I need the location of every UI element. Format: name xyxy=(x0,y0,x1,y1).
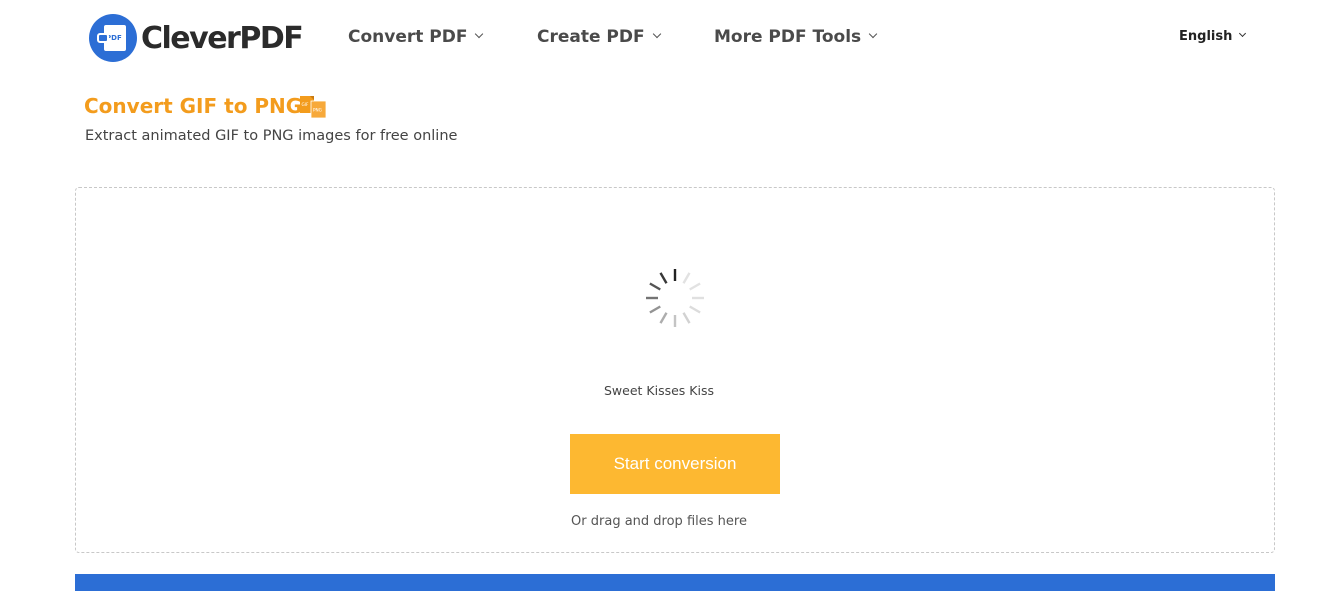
nav-more-pdf-tools-label: More PDF Tools xyxy=(714,27,862,47)
icon-from-label: GIF xyxy=(302,102,309,107)
page-title: Convert GIF to PNG xyxy=(84,94,303,118)
chevron-down-icon xyxy=(868,29,878,39)
site-header: PDF CleverPDF Convert PDF Create PDF Mor… xyxy=(0,0,1318,74)
chevron-down-icon xyxy=(1239,29,1247,37)
chevron-down-icon xyxy=(652,29,661,39)
nav-create-pdf[interactable]: Create PDF xyxy=(537,24,661,50)
file-dropzone[interactable] xyxy=(75,187,1275,553)
loading-spinner-icon xyxy=(646,269,704,327)
start-conversion-button[interactable]: Start conversion xyxy=(570,434,780,494)
nav-create-pdf-label: Create PDF xyxy=(537,27,645,47)
uploaded-file-name: Sweet Kisses Kiss xyxy=(604,383,714,398)
section-divider-bar xyxy=(75,574,1275,591)
nav-convert-pdf[interactable]: Convert PDF xyxy=(348,24,484,50)
icon-to-label: PNG xyxy=(313,108,322,113)
brand-name: CleverPDF xyxy=(141,20,304,56)
nav-convert-pdf-label: Convert PDF xyxy=(348,27,468,47)
nav-more-pdf-tools[interactable]: More PDF Tools xyxy=(714,24,878,50)
language-label: English xyxy=(1179,28,1233,44)
chevron-down-icon xyxy=(475,29,484,39)
drag-drop-hint: Or drag and drop files here xyxy=(571,514,747,529)
cleverpdf-logo-icon: PDF xyxy=(89,14,137,62)
cleverpdf-logo[interactable]: PDF CleverPDF xyxy=(89,14,304,62)
language-selector[interactable]: English xyxy=(1179,26,1247,46)
page-subtitle: Extract animated GIF to PNG images for f… xyxy=(85,128,458,144)
gif-to-png-icon: GIF PNG xyxy=(300,96,327,118)
